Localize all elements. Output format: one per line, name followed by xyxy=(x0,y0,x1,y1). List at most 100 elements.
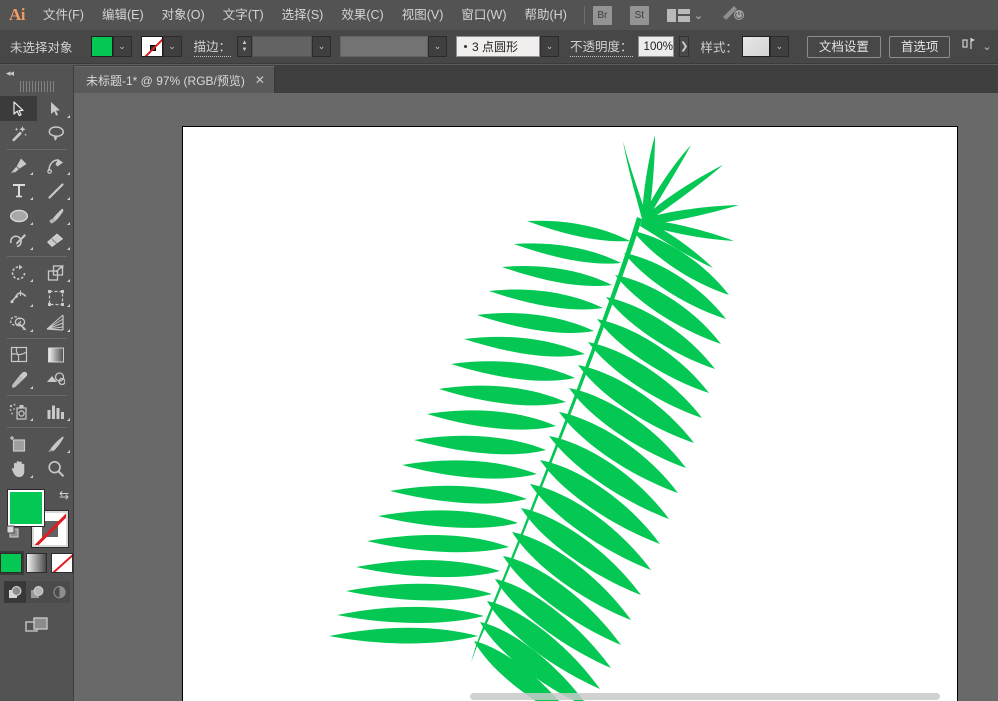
rotate-tool[interactable] xyxy=(0,260,37,285)
opacity-expand-arrow-icon[interactable]: ❯ xyxy=(679,36,689,57)
tool-flyout-indicator[interactable] xyxy=(67,222,70,225)
horizontal-scrollbar[interactable] xyxy=(182,691,958,701)
tool-flyout-indicator[interactable] xyxy=(67,172,70,175)
menu-select[interactable]: 选择(S) xyxy=(273,0,333,30)
scale-tool[interactable] xyxy=(37,260,74,285)
stroke-color-swatch[interactable] xyxy=(141,36,163,57)
ellipse-tool[interactable] xyxy=(0,203,37,228)
menu-edit[interactable]: 编辑(E) xyxy=(93,0,153,30)
canvas-area[interactable] xyxy=(74,93,998,701)
tool-flyout-indicator[interactable] xyxy=(67,418,70,421)
document-tab[interactable]: 未标题-1* @ 97% (RGB/预览) ✕ xyxy=(74,66,275,93)
align-chevron-down-icon[interactable]: ⌄ xyxy=(982,40,991,53)
menu-file[interactable]: 文件(F) xyxy=(34,0,93,30)
tool-flyout-indicator[interactable] xyxy=(30,247,33,250)
tool-flyout-indicator[interactable] xyxy=(30,172,33,175)
horizontal-scrollbar-thumb[interactable] xyxy=(470,693,940,700)
artboard[interactable] xyxy=(182,126,958,701)
shaper-tool[interactable] xyxy=(0,228,37,253)
color-mode-button[interactable] xyxy=(0,553,22,573)
tool-flyout-indicator[interactable] xyxy=(30,329,33,332)
slice-tool[interactable] xyxy=(37,431,74,456)
mesh-tool[interactable] xyxy=(0,342,37,367)
graphic-style-swatch[interactable] xyxy=(742,36,770,57)
brush-dropdown-chevron-down-icon[interactable]: ⌄ xyxy=(540,36,559,57)
menu-type[interactable]: 文字(T) xyxy=(214,0,273,30)
tool-flyout-indicator[interactable] xyxy=(67,247,70,250)
eyedropper-tool[interactable] xyxy=(0,367,37,392)
fill-proxy-swatch[interactable] xyxy=(8,490,44,526)
opacity-input[interactable]: 100% xyxy=(638,36,674,57)
selection-tool[interactable] xyxy=(0,96,37,121)
tool-flyout-indicator[interactable] xyxy=(30,222,33,225)
close-icon[interactable]: ✕ xyxy=(255,73,265,87)
change-screen-mode-button[interactable] xyxy=(22,613,52,637)
bridge-button[interactable]: Br xyxy=(593,6,612,25)
draw-inside-button[interactable] xyxy=(48,581,70,603)
style-dropdown-chevron-down-icon[interactable]: ⌄ xyxy=(770,36,789,57)
free-transform-tool[interactable] xyxy=(37,285,74,310)
tool-flyout-indicator[interactable] xyxy=(30,386,33,389)
menu-help[interactable]: 帮助(H) xyxy=(516,0,576,30)
shape-builder-tool[interactable] xyxy=(0,310,37,335)
tool-flyout-indicator[interactable] xyxy=(67,304,70,307)
weight-dropdown-chevron-down-icon[interactable]: ⌄ xyxy=(312,36,331,57)
stepper-up-icon[interactable]: ▲ xyxy=(242,40,248,47)
curvature-tool[interactable] xyxy=(37,153,74,178)
fill-dropdown-chevron-down-icon[interactable]: ⌄ xyxy=(113,36,132,57)
document-setup-button[interactable]: 文档设置 xyxy=(807,36,881,58)
none-mode-button[interactable] xyxy=(51,553,73,573)
tool-flyout-indicator[interactable] xyxy=(30,304,33,307)
magic-wand-tool[interactable] xyxy=(0,121,37,146)
brush-definition-field[interactable]: 3 点圆形 xyxy=(456,36,540,57)
stock-button[interactable]: St xyxy=(630,6,649,25)
lasso-tool[interactable] xyxy=(37,121,74,146)
width-tool[interactable] xyxy=(0,285,37,310)
stroke-weight-input[interactable] xyxy=(252,36,312,57)
symbol-sprayer-tool[interactable] xyxy=(0,399,37,424)
tool-flyout-indicator[interactable] xyxy=(67,115,70,118)
tool-flyout-indicator[interactable] xyxy=(67,279,70,282)
collapse-panel-icon[interactable]: ◂◂ xyxy=(0,65,73,81)
perspective-grid-tool[interactable] xyxy=(37,310,74,335)
chevron-down-icon[interactable]: ⌄ xyxy=(694,9,703,22)
width-profile-chevron-down-icon[interactable]: ⌄ xyxy=(428,36,447,57)
tools-panel-grip[interactable] xyxy=(20,81,54,92)
align-to-icon[interactable] xyxy=(962,36,978,57)
tool-flyout-indicator[interactable] xyxy=(30,418,33,421)
stroke-dropdown-chevron-down-icon[interactable]: ⌄ xyxy=(163,36,182,57)
stroke-weight-label[interactable]: 描边： xyxy=(194,36,232,57)
draw-normal-button[interactable] xyxy=(4,581,26,603)
gradient-mode-button[interactable] xyxy=(26,553,48,573)
swap-fill-stroke-icon[interactable]: ⇆ xyxy=(59,488,69,502)
menu-object[interactable]: 对象(O) xyxy=(153,0,214,30)
gradient-tool[interactable] xyxy=(37,342,74,367)
palm-frond-artwork[interactable] xyxy=(183,127,957,701)
menu-window[interactable]: 窗口(W) xyxy=(452,0,515,30)
pen-tool[interactable] xyxy=(0,153,37,178)
zoom-tool[interactable] xyxy=(37,456,74,481)
direct-selection-tool[interactable] xyxy=(37,96,74,121)
paintbrush-tool[interactable] xyxy=(37,203,74,228)
workspace-switcher-icon[interactable] xyxy=(667,9,690,22)
draw-behind-button[interactable] xyxy=(26,581,48,603)
tool-flyout-indicator[interactable] xyxy=(67,329,70,332)
tool-flyout-indicator[interactable] xyxy=(30,197,33,200)
eraser-tool[interactable] xyxy=(37,228,74,253)
menu-view[interactable]: 视图(V) xyxy=(393,0,453,30)
fill-color-swatch[interactable] xyxy=(91,36,113,57)
tool-flyout-indicator[interactable] xyxy=(67,197,70,200)
line-segment-tool[interactable] xyxy=(37,178,74,203)
column-graph-tool[interactable] xyxy=(37,399,74,424)
stroke-weight-stepper[interactable]: ▲ ▼ xyxy=(237,36,252,57)
stepper-down-icon[interactable]: ▼ xyxy=(242,47,248,54)
opacity-label[interactable]: 不透明度： xyxy=(570,36,633,57)
variable-width-profile-field[interactable] xyxy=(340,36,428,57)
preferences-button[interactable]: 首选项 xyxy=(889,36,951,58)
hand-tool[interactable] xyxy=(0,456,37,481)
rocket-search-icon[interactable] xyxy=(721,4,745,27)
tool-flyout-indicator[interactable] xyxy=(67,450,70,453)
type-tool[interactable] xyxy=(0,178,37,203)
artboard-tool[interactable] xyxy=(0,431,37,456)
default-fill-stroke-icon[interactable] xyxy=(6,525,20,539)
